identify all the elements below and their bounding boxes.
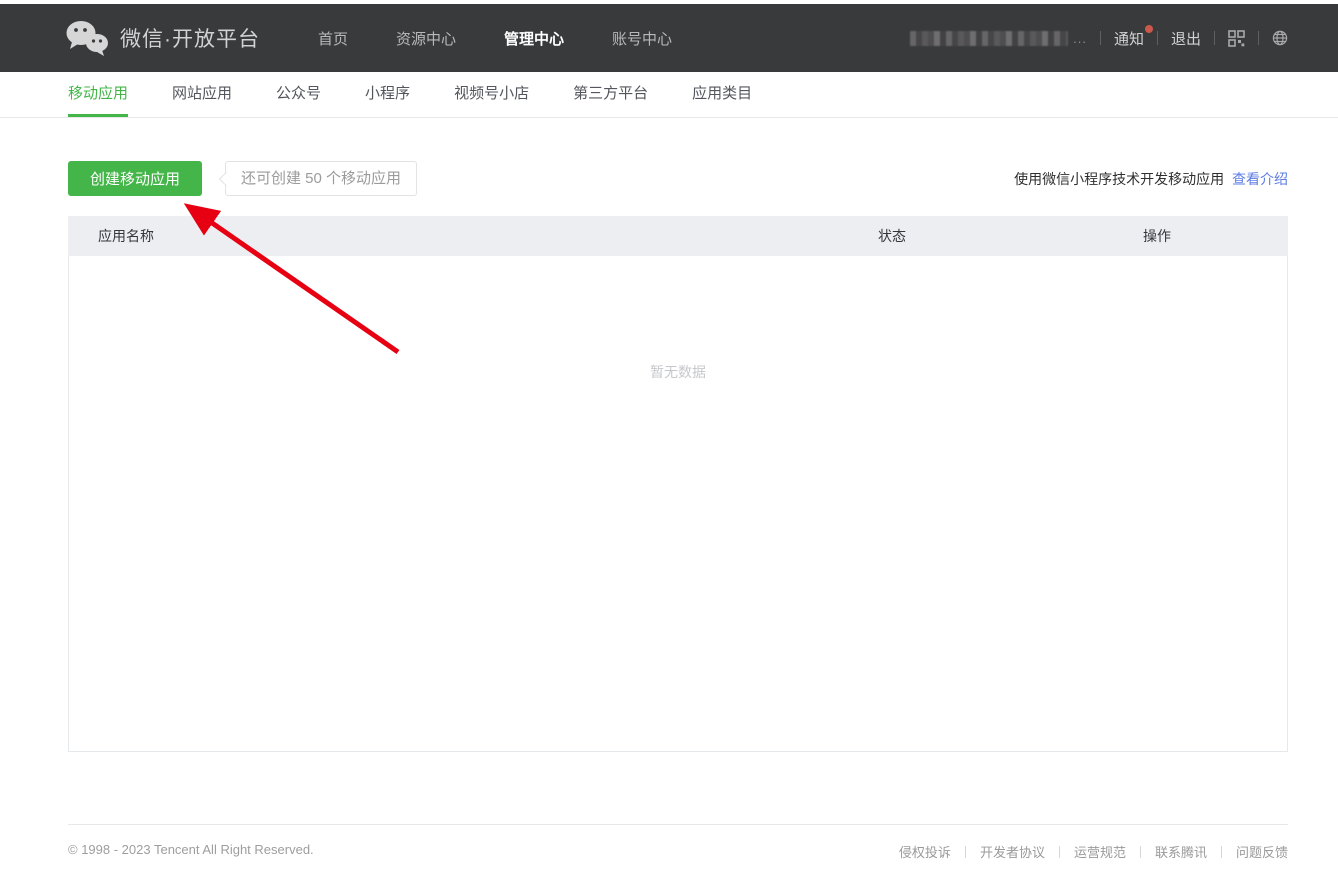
footer-separator — [1059, 846, 1060, 858]
footer-separator — [1140, 846, 1141, 858]
column-app-name: 应用名称 — [68, 226, 878, 246]
empty-state-text: 暂无数据 — [69, 256, 1287, 382]
column-status: 状态 — [878, 226, 1143, 246]
quota-tooltip: 还可创建 50 个移动应用 — [225, 161, 417, 196]
tab-app-category[interactable]: 应用类目 — [692, 72, 752, 117]
top-header: 微信·开放平台 首页 资源中心 管理中心 账号中心 ... 通知 退出 — [0, 4, 1338, 72]
notice-link[interactable]: 通知 — [1114, 28, 1144, 49]
footer-link-feedback[interactable]: 问题反馈 — [1236, 842, 1288, 861]
footer-separator — [965, 846, 966, 858]
info-text: 使用微信小程序技术开发移动应用 — [1014, 171, 1224, 187]
brand-title: 微信·开放平台 — [120, 23, 260, 53]
globe-icon[interactable] — [1272, 30, 1288, 46]
tab-official-account[interactable]: 公众号 — [276, 72, 321, 117]
nav-home[interactable]: 首页 — [318, 28, 348, 49]
account-name-ellipsis: ... — [1073, 31, 1087, 46]
tab-mini-program[interactable]: 小程序 — [365, 72, 410, 117]
tab-channels-shop[interactable]: 视频号小店 — [454, 72, 529, 117]
wechat-logo-icon — [64, 19, 110, 57]
header-separator — [1258, 31, 1259, 45]
create-mobile-app-button[interactable]: 创建移动应用 — [68, 161, 202, 196]
footer-link-developer-agreement[interactable]: 开发者协议 — [980, 842, 1045, 861]
footer-divider — [68, 824, 1288, 825]
footer-link-contact-tencent[interactable]: 联系腾讯 — [1155, 842, 1207, 861]
tab-third-party-platform[interactable]: 第三方平台 — [573, 72, 648, 117]
column-action: 操作 — [1143, 226, 1288, 246]
notice-label: 通知 — [1114, 31, 1144, 48]
footer-separator — [1221, 846, 1222, 858]
blurred-account-name[interactable] — [910, 31, 1068, 46]
logout-link[interactable]: 退出 — [1171, 28, 1201, 49]
footer-link-operation-rules[interactable]: 运营规范 — [1074, 842, 1126, 861]
header-separator — [1100, 31, 1101, 45]
qr-code-icon[interactable] — [1228, 30, 1245, 47]
header-separator — [1214, 31, 1215, 45]
tab-website-app[interactable]: 网站应用 — [172, 72, 232, 117]
app-table-header: 应用名称 状态 操作 — [68, 216, 1288, 256]
app-table-body: 暂无数据 — [68, 256, 1288, 752]
header-separator — [1157, 31, 1158, 45]
view-intro-link[interactable]: 查看介绍 — [1232, 171, 1288, 187]
header-right: ... 通知 退出 — [910, 28, 1288, 49]
toolbar: 创建移动应用 还可创建 50 个移动应用 使用微信小程序技术开发移动应用 查看介… — [68, 161, 1288, 196]
nav-resource-center[interactable]: 资源中心 — [396, 28, 456, 49]
copyright-text: © 1998 - 2023 Tencent All Right Reserved… — [68, 842, 314, 857]
tab-mobile-app[interactable]: 移动应用 — [68, 72, 128, 117]
wechat-open-platform-page: 微信·开放平台 首页 资源中心 管理中心 账号中心 ... 通知 退出 — [0, 0, 1338, 883]
footer-link-infringement[interactable]: 侵权投诉 — [899, 842, 951, 861]
nav-management-center[interactable]: 管理中心 — [504, 28, 564, 49]
main-nav: 首页 资源中心 管理中心 账号中心 — [318, 28, 672, 49]
nav-account-center[interactable]: 账号中心 — [612, 28, 672, 49]
app-type-tabbar: 移动应用 网站应用 公众号 小程序 视频号小店 第三方平台 应用类目 — [0, 72, 1338, 118]
footer-links: 侵权投诉 开发者协议 运营规范 联系腾讯 问题反馈 — [899, 842, 1288, 861]
toolbar-info: 使用微信小程序技术开发移动应用 查看介绍 — [1014, 169, 1288, 189]
notification-dot — [1145, 25, 1153, 33]
